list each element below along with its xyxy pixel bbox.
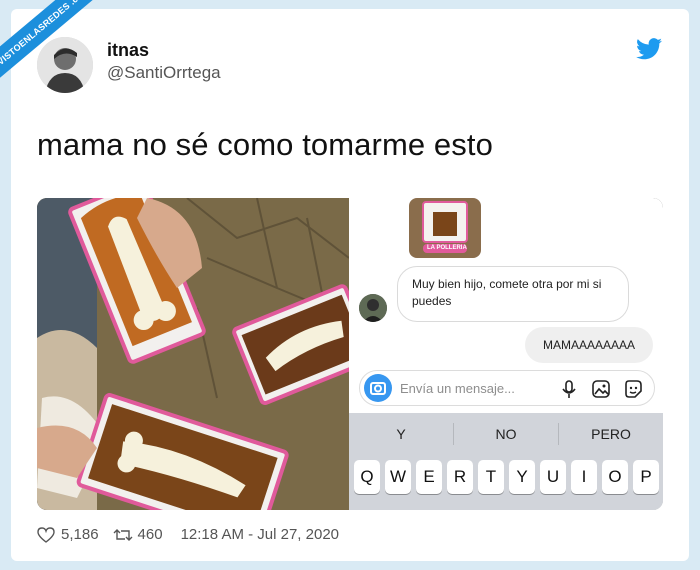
tweet-text: mama no sé como tomarme esto bbox=[37, 127, 493, 162]
sticker-icon[interactable] bbox=[622, 378, 644, 400]
key-r[interactable]: R bbox=[447, 460, 473, 494]
key-i[interactable]: I bbox=[571, 460, 597, 494]
camera-icon[interactable] bbox=[364, 374, 392, 402]
microphone-icon[interactable] bbox=[558, 378, 580, 400]
message-input[interactable]: Envía un mensaje... bbox=[400, 381, 515, 396]
author-handle[interactable]: @SantiOrrtega bbox=[107, 63, 221, 83]
author-name[interactable]: itnas bbox=[107, 40, 149, 61]
heart-icon[interactable] bbox=[37, 526, 55, 543]
keyboard: Y NO PERO Q W E R T Y U I O P bbox=[349, 413, 663, 510]
suggestion-1[interactable]: Y bbox=[349, 426, 453, 442]
key-y[interactable]: Y bbox=[509, 460, 535, 494]
watermark-ribbon: VISTOENLASREDES .com bbox=[0, 0, 110, 110]
instagram-chat-screenshot: LA POLLERIA Muy bien hijo, comete otra p… bbox=[349, 198, 663, 510]
suggestion-3[interactable]: PERO bbox=[559, 426, 663, 442]
key-q[interactable]: Q bbox=[354, 460, 380, 494]
key-p[interactable]: P bbox=[633, 460, 659, 494]
tweet-media[interactable]: LA POLLERIA Muy bien hijo, comete otra p… bbox=[37, 198, 663, 510]
like-count[interactable]: 5,186 bbox=[61, 526, 99, 543]
story-tag: LA POLLERIA bbox=[427, 245, 467, 251]
chat-avatar[interactable] bbox=[359, 294, 387, 322]
dessert-photo bbox=[37, 198, 349, 510]
tweet-footer: 5,186 460 12:18 AM - Jul 27, 2020 bbox=[37, 526, 339, 543]
twitter-bird-icon[interactable] bbox=[636, 38, 662, 60]
page-frame: VISTOENLASREDES .com itnas @SantiOrrtega… bbox=[0, 0, 700, 570]
key-e[interactable]: E bbox=[416, 460, 442, 494]
key-u[interactable]: U bbox=[540, 460, 566, 494]
retweet-count[interactable]: 460 bbox=[138, 526, 163, 543]
key-w[interactable]: W bbox=[385, 460, 411, 494]
retweet-icon[interactable] bbox=[113, 527, 133, 543]
watermark-text: VISTOENLASREDES .com bbox=[0, 0, 109, 84]
timestamp[interactable]: 12:18 AM - Jul 27, 2020 bbox=[181, 526, 339, 543]
message-bar[interactable]: Envía un mensaje... bbox=[359, 370, 655, 406]
predictive-bar: Y NO PERO bbox=[349, 413, 663, 453]
key-t[interactable]: T bbox=[478, 460, 504, 494]
received-message: Muy bien hijo, comete otra por mi si pue… bbox=[397, 266, 629, 322]
suggestion-2[interactable]: NO bbox=[454, 426, 558, 442]
key-o[interactable]: O bbox=[602, 460, 628, 494]
sent-message: MAMAAAAAAAA bbox=[525, 327, 653, 363]
gallery-icon[interactable] bbox=[590, 378, 612, 400]
